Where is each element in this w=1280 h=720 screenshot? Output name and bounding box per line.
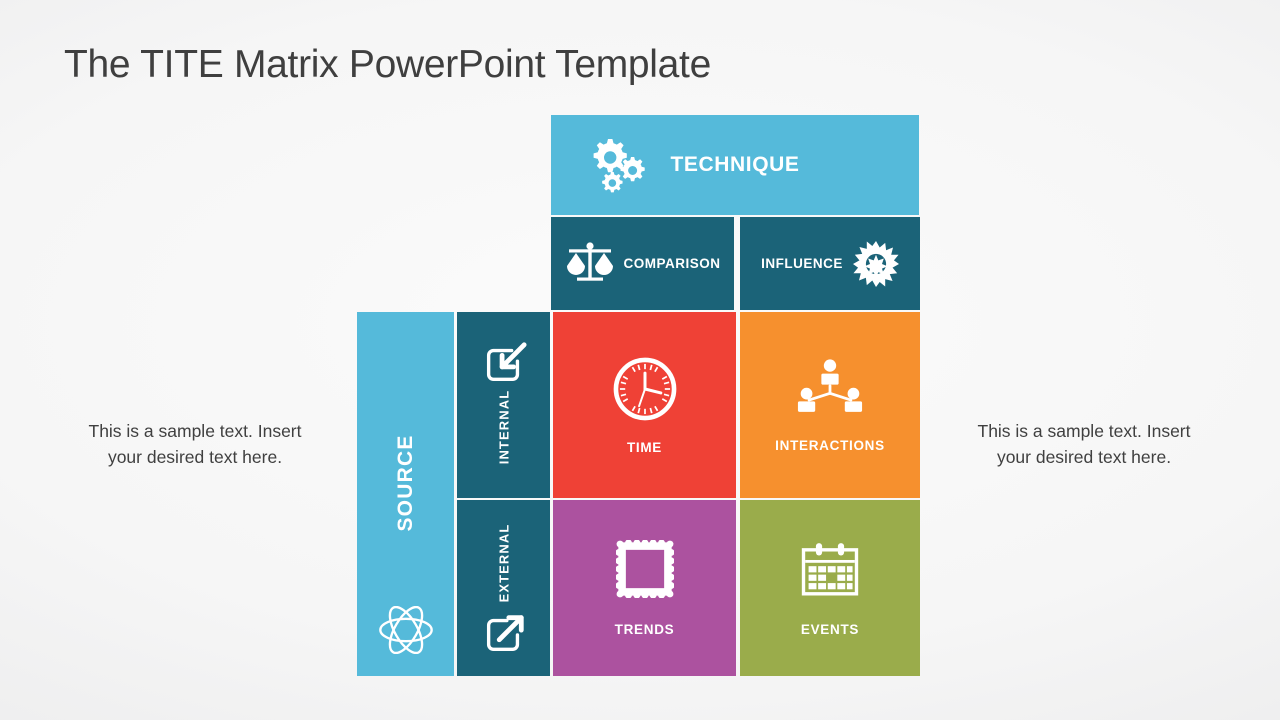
matrix-column-header-technique[interactable]: TECHNIQUE [551, 115, 919, 215]
starburst-icon [852, 240, 899, 287]
gears-icon [586, 136, 648, 194]
matrix-cell-external[interactable]: EXTERNAL [457, 500, 550, 676]
matrix-quadrant-events-label: EVENTS [800, 621, 860, 637]
matrix-cell-internal[interactable]: INTERNAL [457, 312, 550, 498]
org-chart-people-icon [793, 358, 867, 420]
calendar-icon [799, 540, 861, 598]
matrix-cell-internal-label: INTERNAL [496, 390, 511, 465]
matrix-quadrant-interactions-label: INTERACTIONS [775, 437, 885, 453]
postage-stamp-icon [615, 539, 674, 598]
matrix-quadrant-time[interactable]: TIME [553, 312, 736, 498]
matrix-cell-influence[interactable]: INFLUENCE [740, 217, 920, 310]
matrix-cell-external-label: EXTERNAL [496, 523, 511, 603]
matrix-column-header-label: TECHNIQUE [670, 153, 800, 176]
matrix-cell-comparison[interactable]: COMPARISON [551, 217, 734, 310]
matrix-quadrant-time-label: TIME [626, 439, 663, 455]
arrow-into-box-icon [480, 340, 528, 388]
clock-icon [612, 356, 678, 422]
matrix-quadrant-trends-label: TRENDS [614, 621, 675, 637]
matrix-quadrant-events[interactable]: EVENTS [740, 500, 920, 676]
matrix-row-header-label: SOURCE [393, 434, 417, 532]
matrix-quadrant-trends[interactable]: TRENDS [553, 500, 736, 676]
matrix-row-header-source[interactable]: SOURCE [357, 312, 454, 676]
matrix-cell-influence-label: INFLUENCE [761, 256, 843, 271]
balance-scale-icon [564, 241, 616, 287]
matrix-quadrant-interactions[interactable]: INTERACTIONS [740, 312, 920, 498]
tite-matrix: TECHNIQUE COMPARISON INFLUENCE SOURCE IN… [0, 0, 1280, 720]
arrow-out-of-box-icon [480, 610, 528, 658]
matrix-cell-comparison-label: COMPARISON [623, 256, 721, 271]
atom-icon [378, 606, 434, 654]
